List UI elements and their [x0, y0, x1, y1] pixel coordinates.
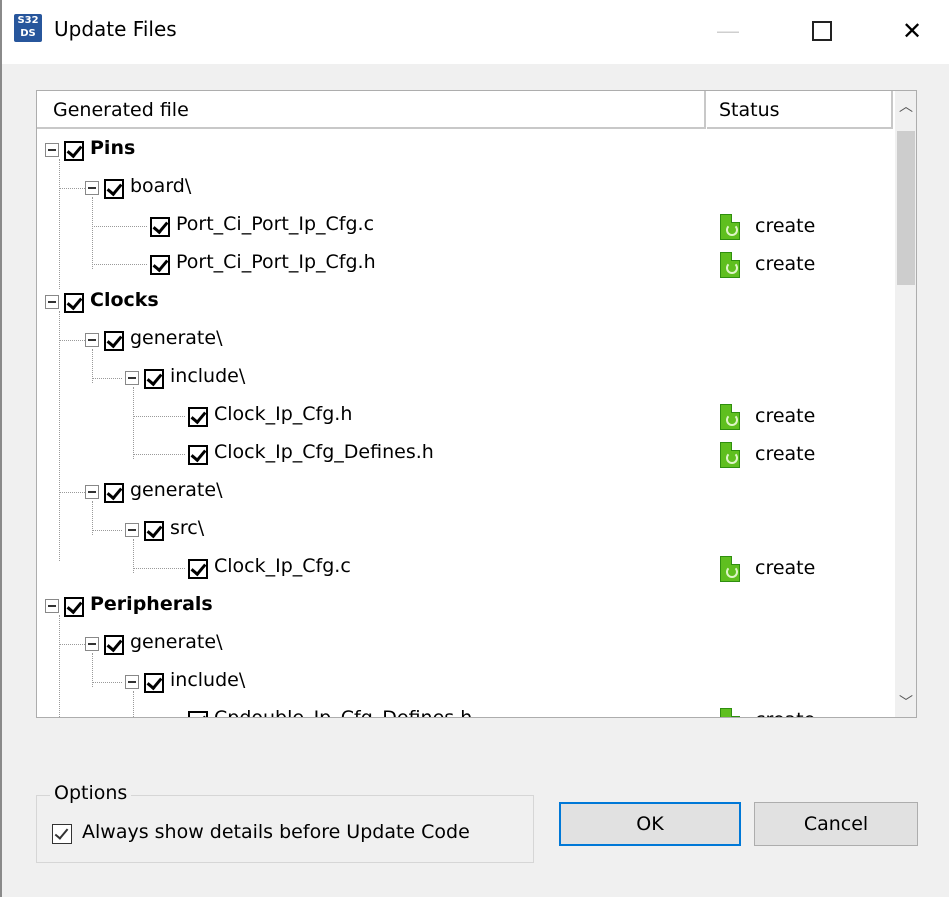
row-label: Port_Ci_Port_Ip_Cfg.c: [176, 213, 375, 235]
row-status: create: [755, 215, 816, 237]
vertical-scrollbar[interactable]: ︿ ﹀: [895, 91, 916, 717]
tree-row-file[interactable]: Clock_Ip_Cfg.h create: [37, 397, 895, 435]
tree-row-folder[interactable]: include\: [37, 663, 895, 701]
column-header-status[interactable]: Status: [707, 91, 893, 129]
row-checkbox[interactable]: [104, 483, 124, 503]
tree-row-file-partial[interactable]: Cpdouble_Ip_Cfg_Defines.h create: [37, 701, 895, 718]
create-file-icon: [720, 556, 740, 582]
row-checkbox[interactable]: [150, 217, 170, 237]
window-title: Update Files: [54, 17, 177, 41]
row-label: Pins: [90, 137, 136, 159]
row-status: create: [755, 253, 816, 275]
row-status: create: [755, 405, 816, 427]
always-show-details-checkbox[interactable]: [52, 824, 72, 844]
maximize-icon: [812, 21, 832, 41]
minimize-button[interactable]: —: [705, 8, 751, 54]
tree-row-folder[interactable]: generate\: [37, 321, 895, 359]
table-header: Generated file Status: [37, 91, 895, 131]
s32ds-app-icon: S32 DS: [14, 14, 42, 42]
collapse-toggle-icon[interactable]: [125, 371, 139, 385]
row-checkbox[interactable]: [188, 445, 208, 465]
tree-row-file[interactable]: Port_Ci_Port_Ip_Cfg.c create: [37, 207, 895, 245]
tree-row-clocks[interactable]: Clocks: [37, 283, 895, 321]
tree-row-file[interactable]: Clock_Ip_Cfg_Defines.h create: [37, 435, 895, 473]
create-file-icon: [720, 252, 740, 278]
close-icon: ✕: [901, 17, 923, 45]
create-file-icon: [720, 708, 740, 717]
row-checkbox[interactable]: [64, 141, 84, 161]
row-label: Peripherals: [90, 593, 213, 615]
row-checkbox[interactable]: [64, 597, 84, 617]
row-label: Clock_Ip_Cfg.c: [214, 555, 351, 577]
tree-row-file[interactable]: Port_Ci_Port_Ip_Cfg.h create: [37, 245, 895, 283]
create-file-icon: [720, 214, 740, 240]
maximize-button[interactable]: [799, 8, 845, 54]
collapse-toggle-icon[interactable]: [85, 181, 99, 195]
tree-rows: Pins board\ Port_Ci_Port_Ip_Cfg.c create…: [37, 131, 895, 718]
tree-row-folder[interactable]: board\: [37, 169, 895, 207]
column-header-generated-file[interactable]: Generated file: [37, 91, 706, 129]
collapse-toggle-icon[interactable]: [85, 637, 99, 651]
collapse-toggle-icon[interactable]: [125, 523, 139, 537]
row-label: generate\: [130, 479, 223, 501]
create-file-icon: [720, 442, 740, 468]
row-checkbox[interactable]: [104, 331, 124, 351]
collapse-toggle-icon[interactable]: [45, 295, 59, 309]
row-label: Port_Ci_Port_Ip_Cfg.h: [176, 251, 376, 273]
row-status: create: [755, 443, 816, 465]
collapse-toggle-icon[interactable]: [45, 599, 59, 613]
close-button[interactable]: ✕: [889, 8, 935, 54]
tree-row-folder[interactable]: include\: [37, 359, 895, 397]
title-bar: S32 DS Update Files — ✕: [2, 0, 949, 64]
collapse-toggle-icon[interactable]: [45, 143, 59, 157]
window-left-border: [0, 0, 2, 897]
row-label: include\: [170, 365, 246, 387]
tree-row-peripherals[interactable]: Peripherals: [37, 587, 895, 625]
scroll-up-arrow-icon[interactable]: ︿: [895, 91, 916, 121]
row-label: Cpdouble_Ip_Cfg_Defines.h: [214, 707, 473, 718]
row-label: Clocks: [90, 289, 159, 311]
row-label: Clock_Ip_Cfg.h: [214, 403, 353, 425]
collapse-toggle-icon[interactable]: [85, 333, 99, 347]
options-group-title: Options: [50, 782, 132, 804]
tree-row-pins[interactable]: Pins: [37, 131, 895, 169]
row-checkbox[interactable]: [104, 179, 124, 199]
row-checkbox[interactable]: [150, 255, 170, 275]
row-checkbox[interactable]: [144, 369, 164, 389]
collapse-toggle-icon[interactable]: [125, 675, 139, 689]
scroll-thumb[interactable]: [897, 131, 915, 285]
collapse-toggle-icon[interactable]: [85, 485, 99, 499]
row-label: include\: [170, 669, 246, 691]
row-label: src\: [170, 517, 205, 539]
row-checkbox[interactable]: [104, 635, 124, 655]
tree-row-file[interactable]: Clock_Ip_Cfg.c create: [37, 549, 895, 587]
row-label: board\: [130, 175, 192, 197]
cancel-button[interactable]: Cancel: [754, 802, 918, 846]
row-checkbox[interactable]: [144, 521, 164, 541]
row-label: Clock_Ip_Cfg_Defines.h: [214, 441, 434, 463]
tree-row-folder[interactable]: src\: [37, 511, 895, 549]
create-file-icon: [720, 404, 740, 430]
minimize-icon: —: [717, 18, 739, 43]
tree-row-folder[interactable]: generate\: [37, 473, 895, 511]
row-checkbox[interactable]: [188, 407, 208, 427]
row-checkbox[interactable]: [64, 293, 84, 313]
row-checkbox[interactable]: [188, 711, 208, 717]
row-status: create: [755, 709, 815, 717]
row-checkbox[interactable]: [188, 559, 208, 579]
tree-row-folder[interactable]: generate\: [37, 625, 895, 663]
row-label: generate\: [130, 631, 223, 653]
generated-files-tree: Generated file Status Pins board\ Port_C…: [36, 90, 917, 718]
row-checkbox[interactable]: [144, 673, 164, 693]
ok-button[interactable]: OK: [559, 802, 741, 846]
always-show-details-label[interactable]: Always show details before Update Code: [82, 821, 470, 843]
scroll-down-arrow-icon[interactable]: ﹀: [895, 687, 916, 717]
row-label: generate\: [130, 327, 223, 349]
row-status: create: [755, 557, 816, 579]
